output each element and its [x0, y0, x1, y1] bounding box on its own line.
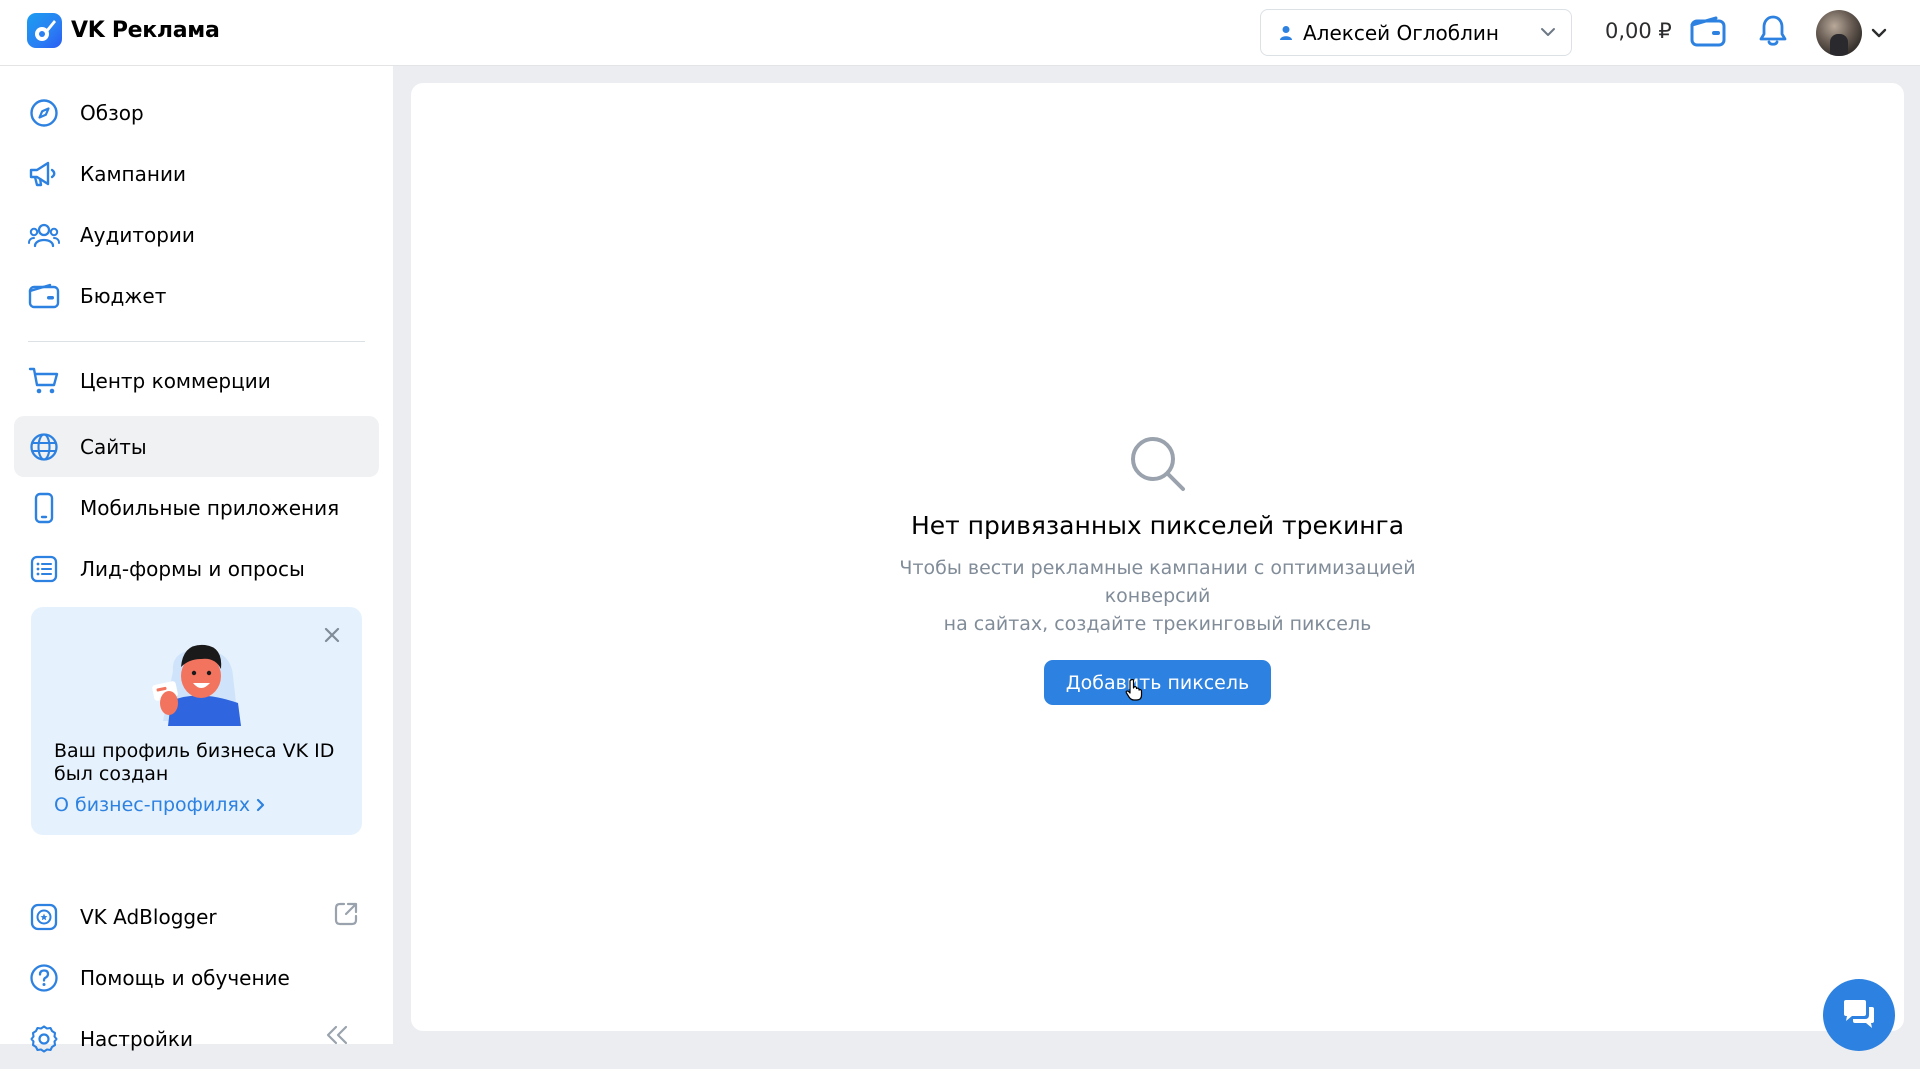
empty-state-description-line: Чтобы вести рекламные кампании с оптимиз… — [899, 557, 1416, 607]
sidebar-item-label: Мобильные приложения — [80, 495, 340, 520]
sidebar-item-label: Лид-формы и опросы — [80, 556, 305, 581]
chevron-right-icon — [257, 798, 265, 812]
sidebar-item-budget[interactable]: Бюджет — [14, 265, 379, 326]
balance-amount: 0,00 ₽ — [1605, 19, 1672, 43]
empty-state-description: Чтобы вести рекламные кампании с оптимиз… — [848, 554, 1468, 638]
list-icon — [28, 553, 60, 585]
sidebar-item-campaigns[interactable]: Кампании — [14, 143, 379, 204]
avatar — [1816, 10, 1862, 56]
vk-ads-logo[interactable]: VK Реклама — [27, 13, 220, 48]
sidebar-item-label: Настройки — [80, 1026, 193, 1051]
sidebar-item-lead-forms[interactable]: Лид-формы и опросы — [14, 538, 379, 599]
business-profiles-link[interactable]: О бизнес-профилях — [54, 794, 266, 816]
users-icon — [28, 219, 60, 251]
collapse-sidebar-icon[interactable] — [325, 1024, 349, 1046]
gear-icon — [28, 1023, 60, 1055]
sidebar-item-label: Бюджет — [80, 283, 167, 308]
wallet-icon — [28, 280, 60, 312]
sidebar-item-label: Кампании — [80, 161, 186, 186]
sidebar-item-help[interactable]: Помощь и обучение — [14, 947, 379, 1008]
sidebar-item-label: Аудитории — [80, 222, 195, 247]
notifications-button[interactable] — [1758, 14, 1788, 52]
sidebar-item-label: Центр коммерции — [80, 368, 271, 393]
empty-state: Нет привязанных пикселей трекинга Чтобы … — [411, 435, 1904, 705]
promo-link-label: О бизнес-профилях — [54, 794, 251, 816]
vk-ads-logo-icon — [27, 13, 62, 48]
sidebar-item-label: Сайты — [80, 434, 147, 459]
business-profile-promo: Ваш профиль бизнеса VK ID был создан О б… — [31, 607, 362, 835]
sidebar-item-mobile-apps[interactable]: Мобильные приложения — [14, 477, 379, 538]
empty-state-description-line: на сайтах, создайте трекинговый пиксель — [943, 613, 1372, 635]
hand-cursor-icon — [1125, 679, 1143, 701]
empty-state-title: Нет привязанных пикселей трекинга — [910, 511, 1405, 540]
chevron-down-icon — [1871, 28, 1887, 38]
sidebar: Обзор Кампании Аудитории Бюджет Центр ко… — [0, 66, 393, 1053]
account-selector[interactable]: Алексей Оглоблин — [1260, 9, 1572, 56]
help-icon — [28, 962, 60, 994]
sidebar-item-settings[interactable]: Настройки — [14, 1008, 379, 1069]
sidebar-item-commerce-center[interactable]: Центр коммерции — [14, 350, 379, 411]
sidebar-divider — [28, 341, 365, 342]
adblogger-icon — [28, 901, 60, 933]
user-icon — [1280, 25, 1292, 40]
sidebar-item-label: Обзор — [80, 100, 144, 125]
sidebar-item-label: VK AdBlogger — [80, 904, 217, 929]
wallet-icon — [1690, 16, 1726, 47]
chevron-down-icon — [1541, 28, 1555, 36]
megaphone-icon — [28, 158, 60, 190]
sidebar-item-overview[interactable]: Обзор — [14, 82, 379, 143]
sidebar-item-label: Помощь и обучение — [80, 965, 290, 990]
person-with-card-illustration — [152, 644, 241, 726]
promo-title: Ваш профиль бизнеса VK ID был создан — [54, 740, 335, 785]
wallet-button[interactable] — [1690, 15, 1726, 53]
compass-icon — [28, 97, 60, 129]
brand-name: VK Реклама — [71, 18, 220, 43]
globe-icon — [28, 431, 60, 463]
add-pixel-button[interactable]: Добавить пиксель — [1043, 660, 1272, 705]
cart-icon — [28, 365, 60, 397]
bell-icon — [1759, 15, 1787, 46]
sidebar-item-sites[interactable]: Сайты — [14, 416, 379, 477]
chat-icon — [1844, 1000, 1874, 1028]
close-icon[interactable] — [324, 627, 340, 643]
account-name: Алексей Оглоблин — [1303, 20, 1499, 45]
phone-icon — [28, 492, 60, 524]
search-icon — [1130, 437, 1185, 491]
main-content: Нет привязанных пикселей трекинга Чтобы … — [411, 83, 1904, 1031]
support-chat-button[interactable] — [1823, 979, 1895, 1051]
external-link-icon — [334, 902, 358, 926]
profile-menu[interactable] — [1816, 10, 1888, 56]
sidebar-item-audiences[interactable]: Аудитории — [14, 204, 379, 265]
top-bar: VK Реклама Алексей Оглоблин 0,00 ₽ — [0, 0, 1920, 66]
sidebar-item-vk-adblogger[interactable]: VK AdBlogger — [14, 886, 379, 947]
